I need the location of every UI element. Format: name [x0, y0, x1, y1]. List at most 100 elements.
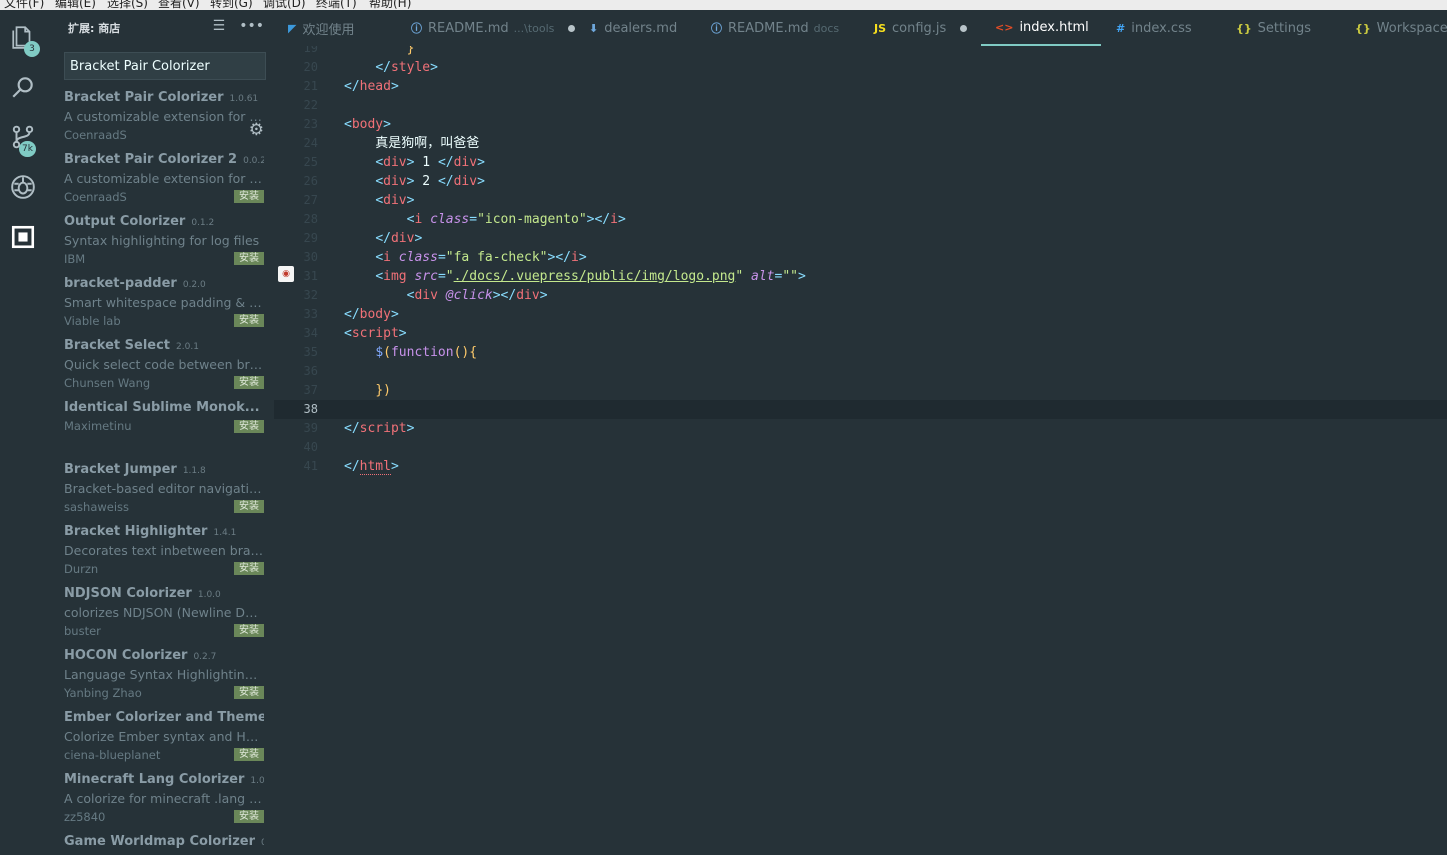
install-button[interactable]: 安装: [234, 748, 264, 761]
menu-item[interactable]: 终端(T): [316, 0, 357, 10]
extension-item[interactable]: Bracket Select 2.0.1 Quick select code bet…: [64, 338, 268, 400]
line-number: 24: [303, 136, 318, 150]
tab--[interactable]: ◤ 欢迎使用: [274, 10, 354, 46]
code-line[interactable]: 23 <body>: [274, 115, 1447, 134]
code-line[interactable]: 20 </style>: [274, 58, 1447, 77]
extension-version: 0.0.29: [243, 156, 264, 166]
code-line[interactable]: 22: [274, 96, 1447, 115]
search-activity[interactable]: [0, 64, 46, 110]
code-line[interactable]: 35 $(function(){: [274, 343, 1447, 362]
extension-item[interactable]: Bracket Pair Colorizer 1.0.61 A customizab…: [64, 90, 268, 152]
install-button[interactable]: 安装: [234, 500, 264, 513]
install-button[interactable]: 安装: [234, 420, 264, 433]
debug-activity[interactable]: [0, 164, 46, 210]
extension-version: 0.1.2: [191, 218, 215, 228]
menu-item[interactable]: 帮助(H): [369, 0, 411, 10]
tab-label: index.css: [1131, 20, 1192, 36]
code-line[interactable]: 37 }): [274, 381, 1447, 400]
code-line[interactable]: 34 <script>: [274, 324, 1447, 343]
code-line[interactable]: 33 </body>: [274, 305, 1447, 324]
install-button[interactable]: 安装: [234, 314, 264, 327]
code-line[interactable]: 26 <div> 2 </div>: [274, 172, 1447, 191]
extension-item[interactable]: Bracket Highlighter 1.4.1 Decorates text i…: [64, 524, 268, 586]
extension-item[interactable]: Minecraft Lang Colorizer1.0.0 A colorize …: [64, 772, 268, 834]
download-icon: ⬇: [589, 21, 599, 35]
code-line[interactable]: 32 <div @click></div>: [274, 286, 1447, 305]
code-line[interactable]: 40: [274, 438, 1447, 457]
install-button[interactable]: 安装: [234, 190, 264, 203]
tab-config-js[interactable]: JS config.js: [860, 10, 968, 46]
install-button[interactable]: 安装: [234, 252, 264, 265]
tab-index-html[interactable]: <> index.html: [981, 10, 1101, 46]
menu-item[interactable]: 编辑(E): [55, 0, 96, 10]
tab-description: ...\tools: [513, 21, 555, 35]
gear-icon[interactable]: ⚙: [249, 120, 264, 140]
install-button[interactable]: 安装: [234, 810, 264, 823]
line-number: 40: [303, 440, 318, 454]
line-number: 27: [303, 193, 318, 207]
code-line[interactable]: 31 <img src="./docs/.vuepress/public/img…: [274, 267, 1447, 286]
install-button[interactable]: 安装: [234, 624, 264, 637]
source-control-activity[interactable]: 7k: [0, 114, 46, 160]
extension-author: Durzn: [64, 562, 99, 576]
extension-item[interactable]: bracket-padder 0.2.0 Smart whitespace padd…: [64, 276, 268, 338]
extension-item[interactable]: Output Colorizer 0.1.2 Syntax highlighting…: [64, 214, 268, 276]
code-editor[interactable]: ◉ 19 } 20 </style> 21 </head> 22 23 <body> 24 真…: [274, 46, 1447, 855]
code-line[interactable]: 41 </html>: [274, 457, 1447, 476]
code-line[interactable]: 24 真是狗啊，叫爸爸: [274, 134, 1447, 153]
extension-search-input[interactable]: [64, 52, 266, 80]
extension-list: Bracket Pair Colorizer 1.0.61 A customizab…: [64, 90, 268, 855]
line-number: 19: [303, 46, 318, 55]
install-button[interactable]: 安装: [234, 376, 264, 389]
code-line[interactable]: 38: [274, 400, 1447, 419]
extension-name: Minecraft Lang Colorizer1.0.0: [64, 772, 264, 787]
sidebar-title: 扩展: 商店: [68, 22, 121, 35]
code-line[interactable]: 25 <div> 1 </div>: [274, 153, 1447, 172]
extension-item[interactable]: Ember Colorizer and Theme0.0.2 Colorize E…: [64, 710, 268, 772]
code-line[interactable]: 19 }: [274, 46, 1447, 58]
tab-label: README.md: [428, 20, 509, 36]
tab-label: Workspace S: [1376, 20, 1447, 36]
extension-author: CoenraadS: [64, 190, 127, 204]
extensions-activity[interactable]: [0, 214, 46, 260]
tab-readme-md[interactable]: ⓘ README.md docs: [697, 10, 839, 46]
explorer-activity[interactable]: 3: [0, 14, 46, 60]
menu-item[interactable]: 选择(S): [107, 0, 148, 10]
code-text: 真是狗啊，叫爸爸: [344, 136, 480, 151]
tab-readme-md[interactable]: ⓘ README.md ...\tools: [397, 10, 576, 46]
code-text: <i class="fa fa-check"></i>: [375, 250, 587, 265]
activity-bar: 3 7k: [0, 10, 46, 855]
more-actions-icon[interactable]: •••: [239, 18, 264, 34]
extension-item[interactable]: NDJSON Colorizer 1.0.0 colorizes NDJSON (N…: [64, 586, 268, 648]
tab-settings[interactable]: {} Settings: [1222, 10, 1311, 46]
filter-list-icon[interactable]: ☰: [213, 18, 226, 34]
extension-item[interactable]: Bracket Jumper 1.1.8 Bracket-based editor …: [64, 462, 268, 524]
code-text: }): [375, 383, 391, 398]
code-line[interactable]: 30 <i class="fa fa-check"></i>: [274, 248, 1447, 267]
extension-item[interactable]: Bracket Pair Colorizer 20.0.29 A customiz…: [64, 152, 268, 214]
code-line[interactable]: 21 </head>: [274, 77, 1447, 96]
install-button[interactable]: 安装: [234, 686, 264, 699]
menu-item[interactable]: 查看(V): [158, 0, 200, 10]
menu-item[interactable]: 调试(D): [263, 0, 306, 10]
tab-index-css[interactable]: # index.css: [1102, 10, 1192, 46]
extension-description: Language Syntax Highlighting of...: [64, 667, 264, 682]
code-line[interactable]: 39 </script>: [274, 419, 1447, 438]
tab-dealers-md[interactable]: ⬇ dealers.md: [575, 10, 677, 46]
extension-item[interactable]: Identical Sublime Monok...0.11.1 Maximeti…: [64, 400, 268, 444]
line-number: 22: [303, 98, 318, 112]
menu-item[interactable]: 转到(G): [210, 0, 253, 10]
code-line[interactable]: 27 <div>: [274, 191, 1447, 210]
extension-item[interactable]: HOCON Colorizer 0.2.7 Language Syntax High…: [64, 648, 268, 710]
code-line[interactable]: 29 </div>: [274, 229, 1447, 248]
install-button[interactable]: 安装: [234, 562, 264, 575]
code-line[interactable]: 36: [274, 362, 1447, 381]
menu-item[interactable]: 文件(F): [4, 0, 44, 10]
extension-name: Bracket Jumper 1.1.8: [64, 462, 206, 477]
extension-item[interactable]: Game Worldmap Colorizer0.13.0: [64, 834, 268, 855]
tab-workspace-s[interactable]: {} Workspace S: [1341, 10, 1447, 46]
code-line[interactable]: 28 <i class="icon-magento"></i>: [274, 210, 1447, 229]
tab-label: Settings: [1257, 20, 1311, 36]
extension-description: Quick select code between brack...: [64, 357, 264, 372]
unsaved-dot-icon[interactable]: [960, 24, 968, 32]
